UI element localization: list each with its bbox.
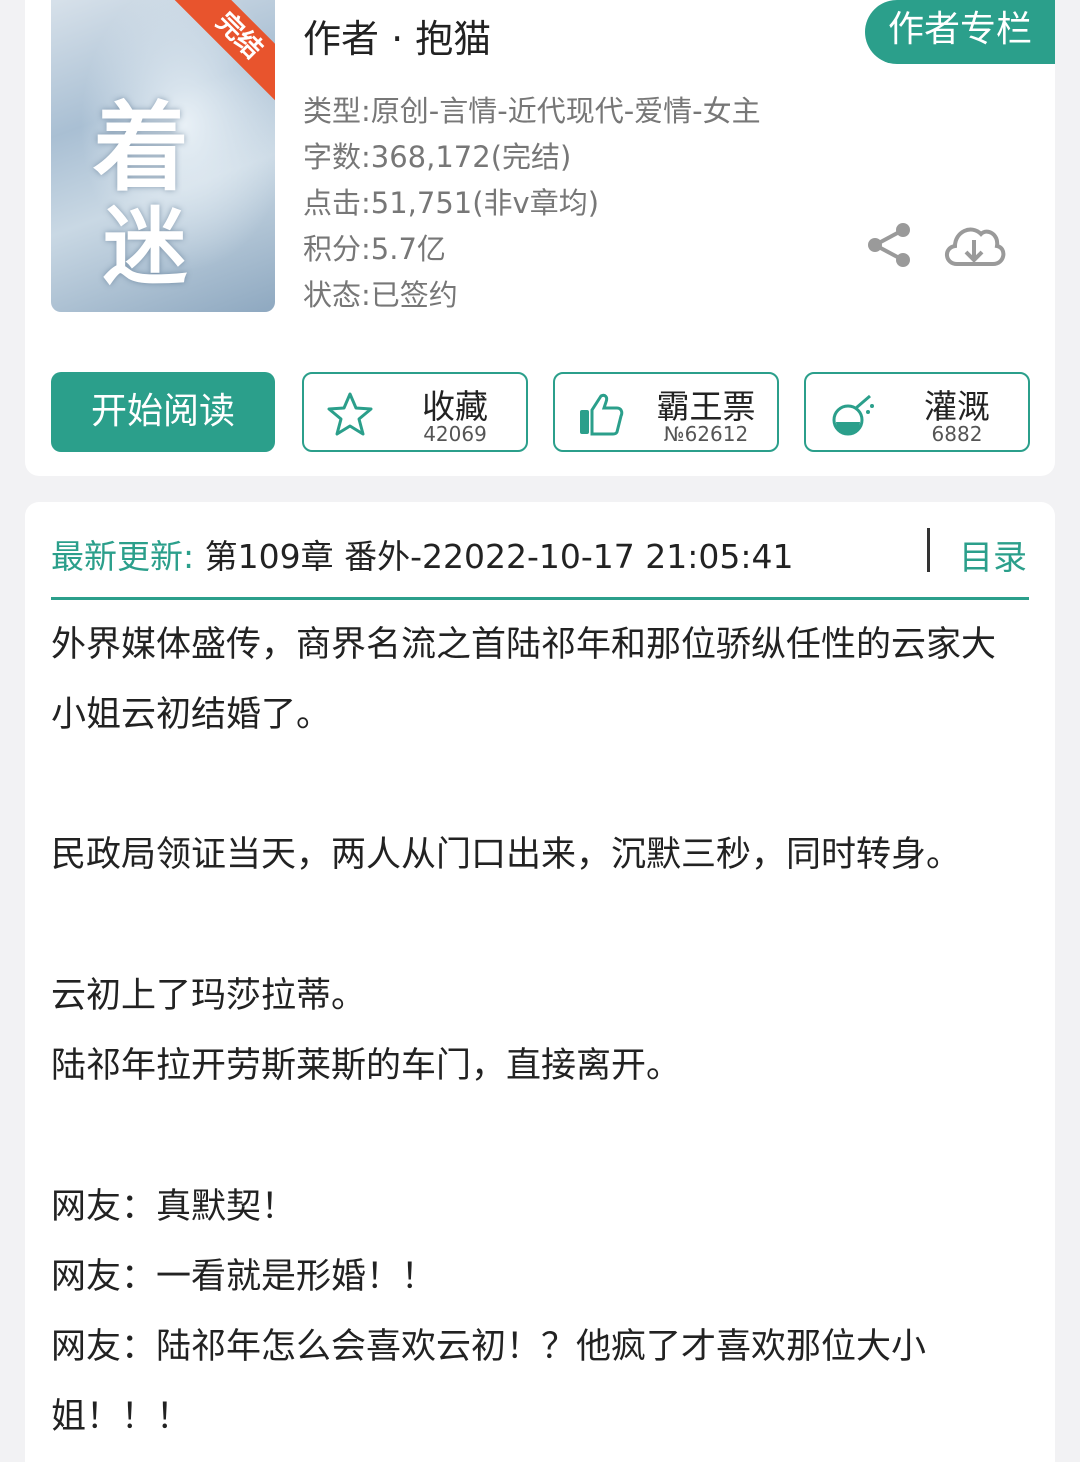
favorite-label: 收藏 bbox=[422, 387, 488, 426]
book-cover[interactable]: 着 迷 完结 bbox=[51, 0, 275, 312]
book-info-card: 着 迷 完结 作者 · 抱猫 类型:原创-言情-近代现代-爱情-女主 字数:36… bbox=[25, 0, 1055, 476]
book-score: 积分:5.7亿 bbox=[303, 232, 446, 266]
summary-paragraph-7: 网友：陆祁年怎么会喜欢云初！？他疯了才喜欢那位大小姐！！！ bbox=[51, 1327, 927, 1437]
sign-status: 状态:已签约 bbox=[303, 278, 458, 312]
book-type: 类型:原创-言情-近代现代-爱情-女主 bbox=[303, 94, 761, 128]
summary-paragraph-4: 陆祁年拉开劳斯莱斯的车门，直接离开。 bbox=[51, 1046, 682, 1086]
cloud-download-icon[interactable] bbox=[941, 218, 1007, 274]
summary-card: 最新更新: 第109章 番外-22022-10-17 21:05:41 目录 外… bbox=[25, 502, 1055, 1462]
vote-button[interactable]: 霸王票 №62612 bbox=[553, 372, 779, 452]
summary-paragraph-2: 民政局领证当天，两人从门口出来，沉默三秒，同时转身。 bbox=[51, 835, 962, 875]
thumbs-up-icon bbox=[580, 393, 624, 436]
favorite-button[interactable]: 收藏 42069 bbox=[302, 372, 528, 452]
word-count: 字数:368,172(完结) bbox=[303, 140, 572, 174]
author-name[interactable]: 作者 · 抱猫 bbox=[303, 8, 491, 63]
latest-update[interactable]: 最新更新: 第109章 番外-22022-10-17 21:05:41 bbox=[51, 530, 794, 578]
nourish-label: 灌溉 bbox=[924, 387, 990, 426]
start-reading-button[interactable]: 开始阅读 bbox=[51, 372, 275, 452]
summary-paragraph-1: 外界媒体盛传，商界名流之首陆祁年和那位骄纵任性的云家大小姐云初结婚了。 bbox=[51, 625, 997, 735]
star-icon bbox=[327, 392, 373, 436]
vote-count: №62612 bbox=[663, 422, 749, 446]
section-rule bbox=[51, 597, 1029, 600]
nourish-button[interactable]: 灌溉 6882 bbox=[804, 372, 1030, 452]
cover-title-glyph-2: 迷 bbox=[103, 197, 188, 296]
divider bbox=[927, 528, 930, 572]
summary-paragraph-6: 网友：一看就是形婚！！ bbox=[51, 1257, 437, 1297]
latest-update-label: 最新更新: bbox=[51, 537, 195, 576]
click-count: 点击:51,751(非v章均) bbox=[303, 186, 600, 220]
watering-flask-icon bbox=[832, 394, 874, 436]
nourish-count: 6882 bbox=[931, 422, 983, 446]
table-of-contents-link[interactable]: 目录 bbox=[959, 530, 1027, 579]
summary-paragraph-3: 云初上了玛莎拉蒂。 bbox=[51, 976, 367, 1016]
favorite-count: 42069 bbox=[423, 422, 487, 446]
vote-label: 霸王票 bbox=[656, 387, 756, 426]
latest-update-text: 第109章 番外-22022-10-17 21:05:41 bbox=[204, 537, 794, 576]
share-icon[interactable] bbox=[865, 220, 915, 270]
author-column-button[interactable]: 作者专栏 bbox=[865, 0, 1055, 64]
summary-paragraph-5: 网友：真默契！ bbox=[51, 1187, 297, 1227]
